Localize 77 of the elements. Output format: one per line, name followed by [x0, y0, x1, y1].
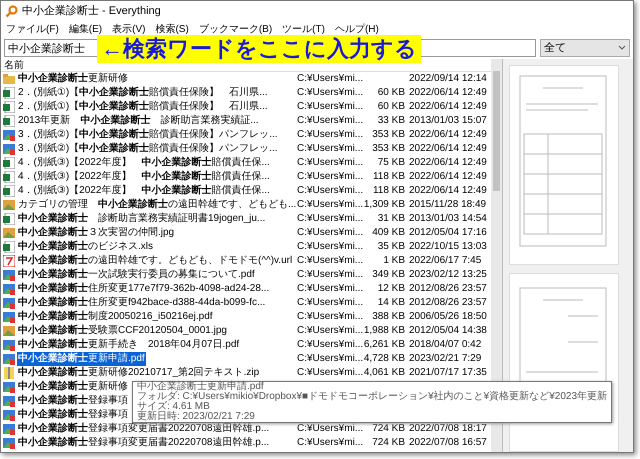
- file-size: 353 KB: [372, 129, 405, 140]
- file-path: C:¥Users¥mi...: [297, 129, 364, 140]
- modified-date: 2006/05/26 18:50: [409, 311, 487, 322]
- file-path: C:¥Users¥mi...: [297, 73, 364, 84]
- window-title: 中小企業診断士 - Everything: [22, 4, 161, 19]
- modified-date: 2022/06/14 12:49: [409, 87, 487, 98]
- tooltip-line: フォルダ: C:¥Users¥mikio¥Dropbox¥■ドモドモコーポレーション¥社内のこと¥資格更新など¥2023年更新: [137, 392, 608, 402]
- file-path: C:¥Users¥mi...: [297, 311, 364, 322]
- modified-date: 2013/01/03 15:07: [409, 115, 487, 126]
- file-size: 388 KB: [372, 311, 405, 322]
- file-path: C:¥Users¥mi...: [297, 157, 364, 168]
- tooltip-line: 中小企業診断士更新申請.pdf: [137, 382, 264, 392]
- tooltip-line: サイズ: 4.61 MB: [137, 402, 210, 412]
- modified-date: 2022/06/14 12:49: [409, 143, 487, 154]
- file-size: 349 KB: [372, 269, 405, 280]
- modified-date: 2023/02/21 7:29: [409, 353, 482, 364]
- file-path: C:¥Users¥mi...: [297, 185, 364, 196]
- file-path: C:¥Users¥mi...: [297, 437, 364, 448]
- file-size: 353 KB: [372, 143, 405, 154]
- file-size: 118 KB: [372, 185, 405, 196]
- file-size: 14 KB: [378, 297, 405, 308]
- file-path: C:¥Users¥mi...: [297, 269, 364, 280]
- modified-date: 2012/08/26 23:57: [409, 297, 487, 308]
- modified-date: 2012/08/26 23:57: [409, 283, 487, 294]
- file-path: C:¥Users¥mi...: [297, 101, 364, 112]
- modified-date: 2022/07/08 16:57: [409, 437, 487, 448]
- file-size: 33 KB: [378, 115, 405, 126]
- modified-date: 2022/06/14 12:49: [409, 171, 487, 182]
- file-size: 724 KB: [372, 437, 405, 448]
- file-path: C:¥Users¥mi...: [297, 199, 364, 210]
- modified-date: 2021/07/17 17:35: [409, 367, 487, 378]
- file-path: C:¥Users¥mi...: [297, 353, 364, 364]
- modified-date: 2012/05/04 17:16: [409, 227, 487, 238]
- modified-date: 2015/11/28 18:49: [409, 199, 486, 210]
- file-path: C:¥Users¥mi...: [297, 339, 364, 350]
- file-path: C:¥Users¥mi...: [297, 241, 364, 252]
- file-path: C:¥Users¥mi...: [297, 423, 364, 434]
- file-path: C:¥Users¥mi...: [297, 115, 364, 126]
- file-size: 724 KB: [372, 423, 405, 434]
- modified-date: 2022/06/14 12:49: [409, 185, 487, 196]
- file-path: C:¥Users¥mi...: [297, 143, 364, 154]
- modified-date: 2022/06/14 12:49: [409, 101, 487, 112]
- modified-date: 2022/06/14 12:49: [409, 157, 487, 168]
- file-size: 12 KB: [378, 283, 405, 294]
- modified-date: 2022/09/14 12:14: [409, 73, 487, 84]
- file-path: C:¥Users¥mi...: [297, 213, 364, 224]
- file-size: 1,309 KB: [364, 199, 405, 210]
- file-size: 6,261 KB: [364, 339, 405, 350]
- file-size: 4,728 KB: [364, 353, 405, 364]
- file-size: 75 KB: [378, 157, 405, 168]
- file-path: C:¥Users¥mi...: [297, 283, 364, 294]
- modified-date: 2018/04/07 0:42: [409, 339, 482, 350]
- file-size: 31 KB: [378, 213, 405, 224]
- modified-date: 2012/05/04 14:38: [409, 325, 487, 336]
- file-size: 1 KB: [383, 255, 405, 266]
- modified-date: 2022/06/17 7:45: [409, 255, 482, 266]
- modified-date: 2013/01/03 14:54: [409, 213, 487, 224]
- file-path: C:¥Users¥mi...: [297, 367, 364, 378]
- file-size: 409 KB: [372, 227, 405, 238]
- file-size: 60 KB: [378, 87, 405, 98]
- modified-date: 2023/02/12 13:25: [409, 269, 487, 280]
- file-size: 118 KB: [372, 171, 405, 182]
- tooltip-line: 更新日時: 2023/02/21 7:29: [137, 412, 256, 422]
- annotation-tooltip: ←検索ワードをここに入力する: [97, 35, 421, 63]
- file-path: C:¥Users¥mi...: [297, 297, 364, 308]
- file-size: 4,061 KB: [364, 367, 405, 378]
- file-size: 35 KB: [378, 241, 405, 252]
- file-size: 1,988 KB: [364, 325, 405, 336]
- file-path: C:¥Users¥mi...: [297, 87, 364, 98]
- file-path: C:¥Users¥mi...: [297, 227, 364, 238]
- file-path: C:¥Users¥mi...: [297, 171, 364, 182]
- file-size: 60 KB: [378, 101, 405, 112]
- modified-date: 2022/06/14 12:49: [409, 129, 487, 140]
- file-path: C:¥Users¥mi...: [297, 325, 364, 336]
- modified-date: 2022/10/15 13:03: [409, 241, 487, 252]
- file-path: C:¥Users¥mi...: [297, 255, 364, 266]
- modified-date: 2022/07/08 18:17: [409, 423, 487, 434]
